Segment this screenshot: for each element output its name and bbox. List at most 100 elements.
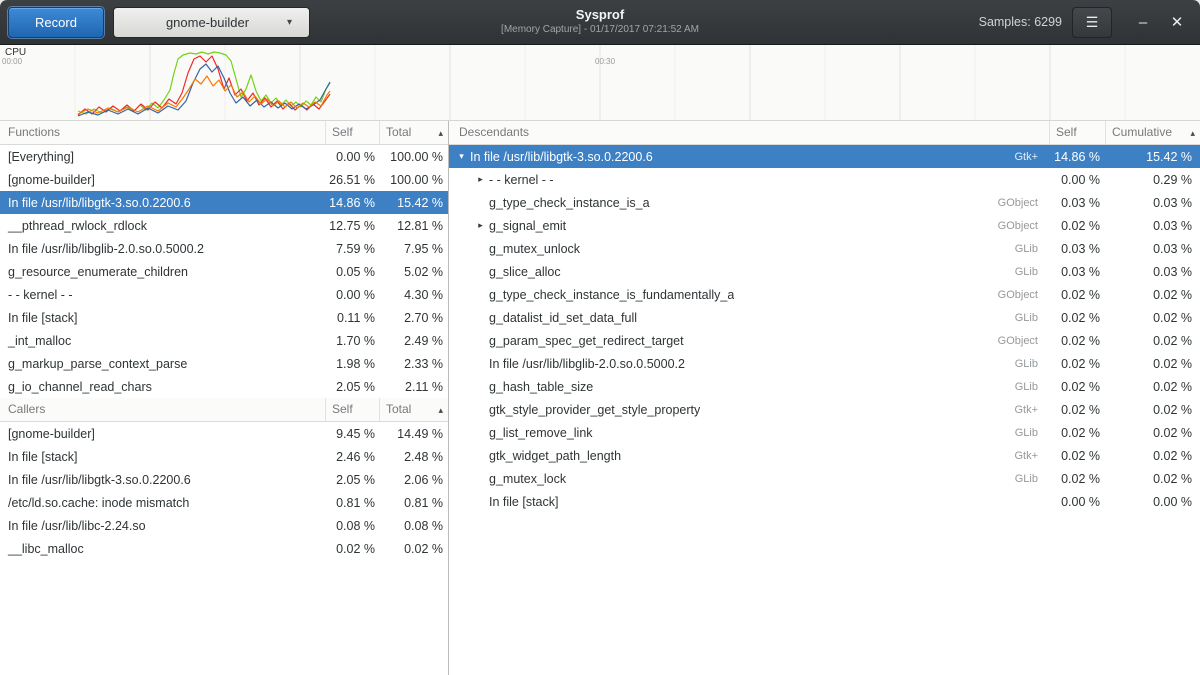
table-row[interactable]: [Everything]0.00 %100.00 % xyxy=(0,145,448,168)
cumulative-value: 0.02 % xyxy=(1106,334,1200,348)
cumulative-value: 0.02 % xyxy=(1106,288,1200,302)
close-button[interactable]: ✕ xyxy=(1164,11,1190,35)
self-value: 1.98 % xyxy=(326,357,380,371)
total-value: 5.02 % xyxy=(380,265,448,279)
callers-table: [gnome-builder]9.45 %14.49 %In file [sta… xyxy=(0,422,448,560)
self-value: 0.03 % xyxy=(1050,265,1106,279)
tree-row[interactable]: In file [stack]0.00 %0.00 % xyxy=(449,490,1200,513)
cpu-graph-area[interactable]: CPU 00:00 00:30 xyxy=(0,45,1200,121)
menu-button[interactable]: ☰ xyxy=(1072,7,1112,38)
descendant-name: g_mutex_lock xyxy=(487,472,566,486)
function-name: /etc/ld.so.cache: inode mismatch xyxy=(0,496,326,510)
title-area: Sysprof [Memory Capture] - 01/17/2017 07… xyxy=(390,6,810,36)
descendants-self-column-header[interactable]: Self xyxy=(1050,121,1106,144)
tree-row[interactable]: g_mutex_unlockGLib0.03 %0.03 % xyxy=(449,237,1200,260)
sort-ascending-icon: ▴ xyxy=(438,399,443,421)
time-label-start: 00:00 xyxy=(2,57,22,66)
total-value: 15.42 % xyxy=(380,196,448,210)
library-tag: Gtk+ xyxy=(621,450,1050,462)
cumulative-value: 0.03 % xyxy=(1106,196,1200,210)
library-tag: Gtk+ xyxy=(653,151,1050,163)
function-name: [gnome-builder] xyxy=(0,427,326,441)
expander-closed-icon[interactable]: ▸ xyxy=(474,174,487,185)
tree-row[interactable]: ▸- - kernel - -0.00 %0.29 % xyxy=(449,168,1200,191)
tree-row[interactable]: gtk_widget_path_lengthGtk+0.02 %0.02 % xyxy=(449,444,1200,467)
table-row[interactable]: In file [stack]2.46 %2.48 % xyxy=(0,445,448,468)
self-value: 0.02 % xyxy=(1050,219,1106,233)
table-row[interactable]: g_io_channel_read_chars2.05 %2.11 % xyxy=(0,375,448,398)
self-value: 0.05 % xyxy=(326,265,380,279)
expander-closed-icon[interactable]: ▸ xyxy=(474,220,487,231)
total-value: 14.49 % xyxy=(380,427,448,441)
descendants-cumulative-column-header[interactable]: Cumulative ▴ xyxy=(1106,121,1200,144)
self-value: 0.02 % xyxy=(1050,449,1106,463)
sysprof-window: Record gnome-builder ▾ Sysprof [Memory C… xyxy=(0,0,1200,675)
total-value: 2.33 % xyxy=(380,357,448,371)
library-tag: GObject xyxy=(734,289,1050,301)
functions-total-column-header[interactable]: Total ▴ xyxy=(380,121,448,144)
tree-row[interactable]: ▸g_signal_emitGObject0.02 %0.03 % xyxy=(449,214,1200,237)
function-name: In file /usr/lib/libgtk-3.so.0.2200.6 xyxy=(0,473,326,487)
library-tag: GLib xyxy=(637,312,1050,324)
function-name: In file /usr/lib/libc-2.24.so xyxy=(0,519,326,533)
table-row[interactable]: g_markup_parse_context_parse1.98 %2.33 % xyxy=(0,352,448,375)
table-row[interactable]: - - kernel - -0.00 %4.30 % xyxy=(0,283,448,306)
hamburger-icon: ☰ xyxy=(1086,14,1099,30)
tree-row[interactable]: g_mutex_lockGLib0.02 %0.02 % xyxy=(449,467,1200,490)
minimize-button[interactable]: – xyxy=(1130,11,1156,35)
table-row[interactable]: __pthread_rwlock_rdlock12.75 %12.81 % xyxy=(0,214,448,237)
table-row[interactable]: [gnome-builder]9.45 %14.49 % xyxy=(0,422,448,445)
callers-self-column-header[interactable]: Self xyxy=(326,398,380,421)
cumulative-value: 0.02 % xyxy=(1106,380,1200,394)
tree-row[interactable]: g_type_check_instance_is_aGObject0.03 %0… xyxy=(449,191,1200,214)
functions-column-header[interactable]: Functions xyxy=(0,121,326,144)
library-tag: GObject xyxy=(684,335,1050,347)
function-name: g_markup_parse_context_parse xyxy=(0,357,326,371)
function-name: [Everything] xyxy=(0,150,326,164)
tree-row[interactable]: ▾In file /usr/lib/libgtk-3.so.0.2200.6Gt… xyxy=(449,145,1200,168)
descendants-tree: ▾In file /usr/lib/libgtk-3.so.0.2200.6Gt… xyxy=(449,145,1200,513)
table-row[interactable]: In file /usr/lib/libc-2.24.so0.08 %0.08 … xyxy=(0,514,448,537)
expander-open-icon[interactable]: ▾ xyxy=(455,151,468,162)
tree-row[interactable]: gtk_style_provider_get_style_propertyGtk… xyxy=(449,398,1200,421)
table-row[interactable]: /etc/ld.so.cache: inode mismatch0.81 %0.… xyxy=(0,491,448,514)
cumulative-value: 0.03 % xyxy=(1106,265,1200,279)
table-row[interactable]: In file /usr/lib/libglib-2.0.so.0.5000.2… xyxy=(0,237,448,260)
samples-count: Samples: 6299 xyxy=(979,15,1062,29)
total-value: 0.08 % xyxy=(380,519,448,533)
descendants-column-header[interactable]: Descendants xyxy=(449,121,1050,144)
record-button[interactable]: Record xyxy=(8,7,104,38)
cumulative-value: 0.03 % xyxy=(1106,219,1200,233)
functions-self-column-header[interactable]: Self xyxy=(326,121,380,144)
process-selector-dropdown[interactable]: gnome-builder ▾ xyxy=(113,7,310,38)
self-value: 0.02 % xyxy=(1050,311,1106,325)
table-row[interactable]: _int_malloc1.70 %2.49 % xyxy=(0,329,448,352)
self-value: 0.02 % xyxy=(1050,288,1106,302)
callers-total-column-header[interactable]: Total ▴ xyxy=(380,398,448,421)
tree-row[interactable]: In file /usr/lib/libglib-2.0.so.0.5000.2… xyxy=(449,352,1200,375)
window-subtitle: [Memory Capture] - 01/17/2017 07:21:52 A… xyxy=(390,23,810,36)
descendants-table-header: Descendants Self Cumulative ▴ xyxy=(449,121,1200,145)
function-name: [gnome-builder] xyxy=(0,173,326,187)
table-row[interactable]: __libc_malloc0.02 %0.02 % xyxy=(0,537,448,560)
tree-row[interactable]: g_hash_table_sizeGLib0.02 %0.02 % xyxy=(449,375,1200,398)
tree-row[interactable]: g_param_spec_get_redirect_targetGObject0… xyxy=(449,329,1200,352)
tree-row[interactable]: g_slice_allocGLib0.03 %0.03 % xyxy=(449,260,1200,283)
total-value: 2.48 % xyxy=(380,450,448,464)
table-row[interactable]: In file /usr/lib/libgtk-3.so.0.2200.62.0… xyxy=(0,468,448,491)
functions-table-header: Functions Self Total ▴ xyxy=(0,121,448,145)
process-selector-value: gnome-builder xyxy=(114,15,287,30)
table-row[interactable]: g_resource_enumerate_children0.05 %5.02 … xyxy=(0,260,448,283)
table-row[interactable]: [gnome-builder]26.51 %100.00 % xyxy=(0,168,448,191)
table-row[interactable]: In file /usr/lib/libgtk-3.so.0.2200.614.… xyxy=(0,191,448,214)
total-column-label: Total xyxy=(386,125,411,139)
tree-row[interactable]: g_datalist_id_set_data_fullGLib0.02 %0.0… xyxy=(449,306,1200,329)
total-value: 7.95 % xyxy=(380,242,448,256)
descendant-name: gtk_widget_path_length xyxy=(487,449,621,463)
tree-row[interactable]: g_type_check_instance_is_fundamentally_a… xyxy=(449,283,1200,306)
descendant-name: g_mutex_unlock xyxy=(487,242,580,256)
callers-column-header[interactable]: Callers xyxy=(0,398,326,421)
library-tag: GLib xyxy=(566,473,1050,485)
tree-row[interactable]: g_list_remove_linkGLib0.02 %0.02 % xyxy=(449,421,1200,444)
table-row[interactable]: In file [stack]0.11 %2.70 % xyxy=(0,306,448,329)
